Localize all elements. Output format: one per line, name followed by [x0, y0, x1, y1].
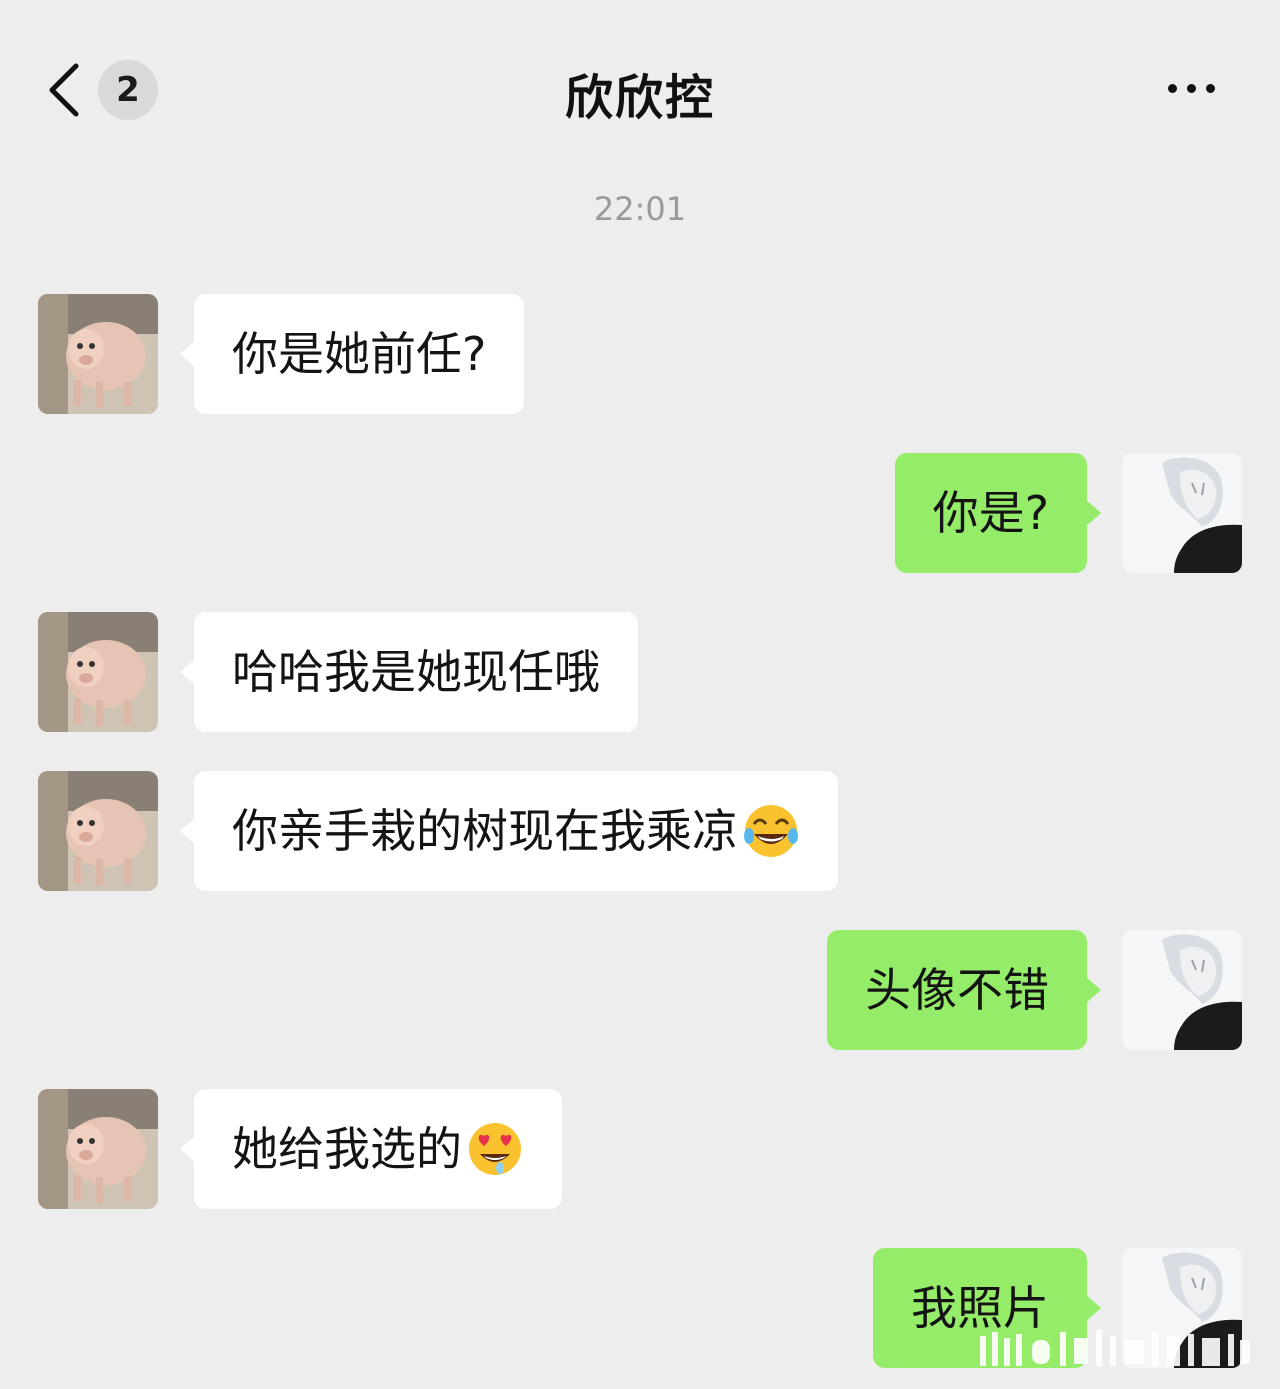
- message-text: 哈哈我是她现任哦: [232, 645, 600, 699]
- chat-title: 欣欣控: [564, 70, 715, 126]
- message-text: 你是她前任?: [232, 327, 487, 381]
- tears-of-joy-emoji-icon: [744, 804, 798, 857]
- message-text: 头像不错: [865, 963, 1049, 1017]
- watermark-logo: [980, 1330, 1250, 1366]
- message-text: 你是?: [932, 486, 1049, 540]
- message-bubble-incoming[interactable]: 她给我选的: [180, 1089, 562, 1209]
- message-bubble-incoming[interactable]: 哈哈我是她现任哦: [180, 612, 638, 732]
- message-bubble-incoming[interactable]: 你亲手栽的树现在我乘凉: [180, 771, 838, 891]
- my-avatar[interactable]: [1122, 930, 1242, 1050]
- contact-avatar[interactable]: [38, 612, 158, 732]
- message-bubble-outgoing[interactable]: 头像不错: [827, 930, 1101, 1050]
- heart-eyes-emoji-icon: [469, 1122, 521, 1175]
- chat-header: 2 欣欣控: [0, 0, 1280, 180]
- contact-avatar[interactable]: [38, 771, 158, 891]
- message-bubble-outgoing[interactable]: 你是?: [894, 453, 1102, 573]
- contact-avatar[interactable]: [38, 1089, 158, 1209]
- message-text: 她给我选的: [232, 1122, 462, 1176]
- message-text: 你亲手栽的树现在我乘凉: [232, 804, 738, 858]
- message-bubble-incoming[interactable]: 你是她前任?: [179, 294, 525, 414]
- contact-avatar[interactable]: [38, 294, 158, 414]
- more-options-button[interactable]: [1160, 74, 1224, 106]
- message-timestamp: 22:01: [593, 190, 687, 228]
- my-avatar[interactable]: [1122, 453, 1242, 573]
